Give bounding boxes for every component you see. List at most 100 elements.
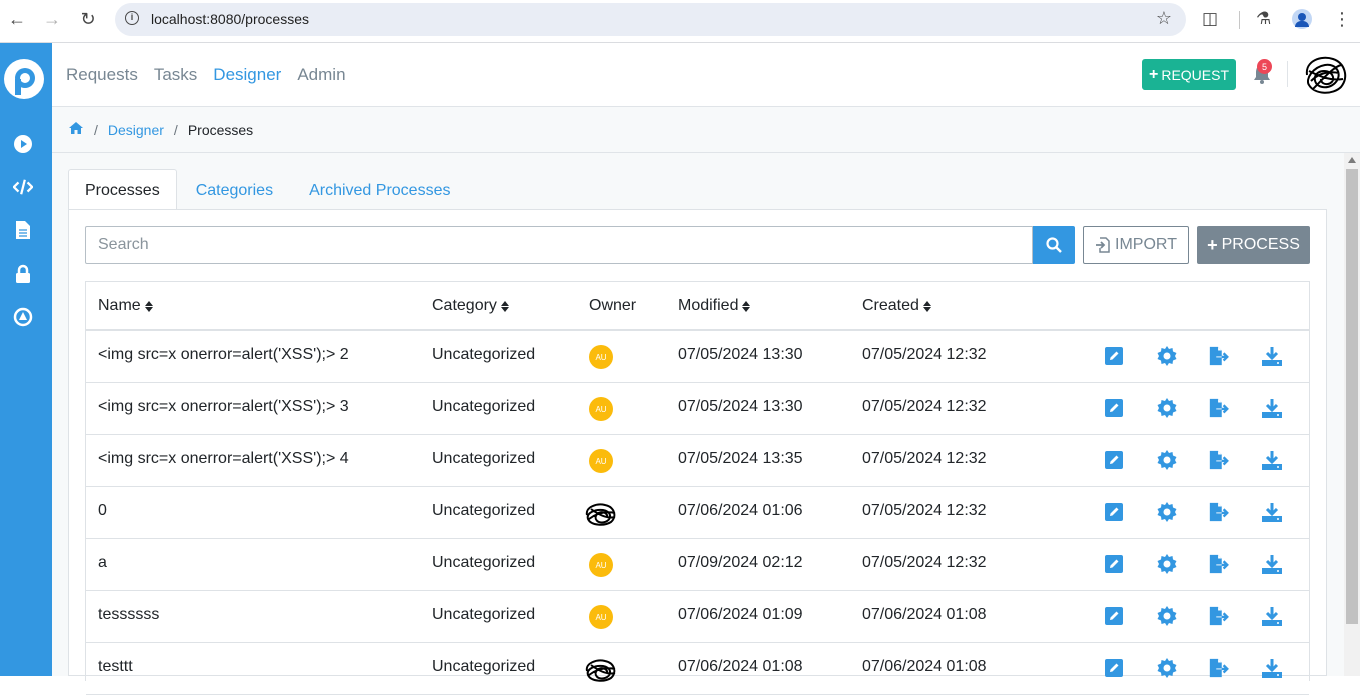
edit-icon[interactable] (1103, 605, 1125, 627)
sort-icon (922, 300, 931, 312)
sidebar (0, 43, 52, 676)
export-icon[interactable] (1208, 345, 1230, 367)
bookmark-star-icon[interactable]: ☆ (1156, 8, 1172, 29)
process-category: Uncategorized (432, 606, 536, 623)
process-name: <img src=x onerror=alert('XSS');> 4 (98, 450, 349, 467)
configure-gear-icon[interactable] (1156, 345, 1178, 367)
forward-icon[interactable]: → (41, 8, 63, 30)
configure-gear-icon[interactable] (1156, 605, 1178, 627)
configure-gear-icon[interactable] (1156, 397, 1178, 419)
edit-icon[interactable] (1103, 553, 1125, 575)
browser-menu-icon[interactable]: ⋮ (1333, 9, 1351, 30)
table-row[interactable]: <img src=x onerror=alert('XSS');> 2 Uncat… (86, 331, 1309, 383)
created-date: 07/05/2024 12:32 (862, 502, 987, 519)
labs-flask-icon[interactable]: ⚗ (1256, 9, 1271, 29)
process-button-label: PROCESS (1221, 236, 1300, 253)
edit-icon[interactable] (1103, 397, 1125, 419)
download-icon[interactable] (1261, 553, 1283, 575)
table-row[interactable]: 0 Uncategorized 07/06/2024 01:06 07/05/2024… (86, 487, 1309, 539)
import-button-label: IMPORT (1115, 236, 1177, 253)
address-url[interactable]: localhost:8080/processes (151, 11, 309, 27)
download-icon[interactable] (1261, 397, 1283, 419)
table-row[interactable]: <img src=x onerror=alert('XSS');> 3 Uncat… (86, 383, 1309, 435)
export-icon[interactable] (1208, 397, 1230, 419)
breadcrumb-separator: / (94, 121, 98, 138)
tab-processes[interactable]: Processes (68, 169, 177, 210)
export-icon[interactable] (1208, 449, 1230, 471)
tab-categories[interactable]: Categories (179, 169, 290, 210)
new-request-button[interactable]: + REQUEST (1142, 59, 1236, 90)
created-date: 07/06/2024 01:08 (862, 658, 987, 675)
configure-gear-icon[interactable] (1156, 553, 1178, 575)
extensions-icon[interactable]: ◫ (1202, 9, 1218, 29)
export-icon[interactable] (1208, 553, 1230, 575)
owner-avatar[interactable]: AU (589, 605, 613, 629)
owner-avatar[interactable]: AU (589, 553, 613, 577)
header-category[interactable]: Category (432, 297, 509, 315)
owner-avatar[interactable]: AU (589, 397, 613, 421)
download-icon[interactable] (1261, 605, 1283, 627)
site-info-icon[interactable]: i (125, 11, 139, 25)
header-modified[interactable]: Modified (678, 297, 751, 315)
document-icon[interactable] (13, 220, 33, 240)
process-category: Uncategorized (432, 658, 536, 675)
process-name: <img src=x onerror=alert('XSS');> 2 (98, 346, 349, 363)
new-process-button[interactable]: + PROCESS (1197, 226, 1310, 264)
processes-panel: Search IMPORT + PROCESS Name Category Ow… (68, 209, 1327, 695)
reload-icon[interactable]: ↻ (77, 8, 99, 30)
table-row[interactable]: a Uncategorized AU 07/09/2024 02:12 07/05/20… (86, 539, 1309, 591)
download-icon[interactable] (1261, 345, 1283, 367)
download-icon[interactable] (1261, 449, 1283, 471)
code-icon[interactable] (13, 177, 33, 197)
modified-date: 07/06/2024 01:08 (678, 658, 803, 675)
nav-admin[interactable]: Admin (297, 65, 345, 85)
search-button[interactable] (1033, 226, 1075, 264)
admin-circle-icon[interactable] (13, 307, 33, 327)
profile-icon[interactable] (1292, 9, 1312, 29)
download-icon[interactable] (1261, 501, 1283, 523)
nav-tasks[interactable]: Tasks (154, 65, 197, 85)
owner-avatar[interactable] (583, 501, 619, 527)
plus-icon: + (1207, 234, 1218, 255)
process-name: testtt (98, 658, 133, 675)
configure-gear-icon[interactable] (1156, 501, 1178, 523)
home-icon[interactable] (68, 121, 84, 138)
back-icon[interactable]: ← (6, 8, 28, 30)
edit-icon[interactable] (1103, 345, 1125, 367)
table-row[interactable]: testtt Uncategorized 07/06/2024 01:08 07/06… (86, 643, 1309, 695)
created-date: 07/05/2024 12:32 (862, 554, 987, 571)
table-row[interactable]: tessssss Uncategorized AU 07/06/2024 01:09 0… (86, 591, 1309, 643)
lock-icon[interactable] (13, 264, 33, 284)
configure-gear-icon[interactable] (1156, 449, 1178, 471)
owner-avatar[interactable]: AU (589, 345, 613, 369)
nav-designer[interactable]: Designer (213, 65, 281, 85)
breadcrumb-current: Processes (187, 121, 254, 138)
processmaker-logo[interactable] (4, 59, 44, 99)
address-bar[interactable]: i localhost:8080/processes ☆ (115, 3, 1186, 36)
page-scrollbar[interactable] (1344, 153, 1360, 676)
search-row: Search IMPORT + PROCESS (85, 226, 1310, 266)
header-created[interactable]: Created (862, 297, 931, 315)
notification-count-badge: 5 (1257, 59, 1272, 74)
play-circle-icon[interactable] (13, 134, 33, 154)
header-name[interactable]: Name (98, 297, 153, 315)
owner-avatar[interactable]: AU (589, 449, 613, 473)
owner-avatar[interactable] (583, 657, 619, 683)
process-category: Uncategorized (432, 554, 536, 571)
search-icon (1046, 237, 1062, 253)
user-avatar[interactable] (1299, 51, 1351, 97)
breadcrumb-designer[interactable]: Designer (108, 122, 164, 138)
modified-date: 07/06/2024 01:06 (678, 502, 803, 519)
edit-icon[interactable] (1103, 501, 1125, 523)
export-icon[interactable] (1208, 501, 1230, 523)
import-button[interactable]: IMPORT (1083, 226, 1189, 264)
tab-archived-processes[interactable]: Archived Processes (292, 169, 467, 210)
export-icon[interactable] (1208, 605, 1230, 627)
search-input[interactable]: Search (85, 226, 1033, 264)
modified-date: 07/05/2024 13:35 (678, 450, 803, 467)
edit-icon[interactable] (1103, 449, 1125, 471)
table-row[interactable]: <img src=x onerror=alert('XSS');> 4 Uncat… (86, 435, 1309, 487)
nav-requests[interactable]: Requests (66, 65, 138, 85)
scroll-up-arrow-icon[interactable] (1348, 157, 1356, 163)
scrollbar-thumb[interactable] (1346, 169, 1358, 624)
